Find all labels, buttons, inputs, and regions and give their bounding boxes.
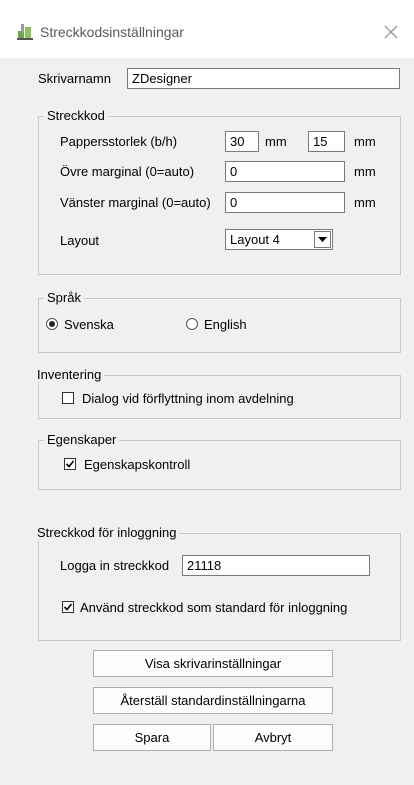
top-margin-input[interactable] — [225, 161, 345, 182]
close-icon — [384, 25, 398, 39]
paper-height-input[interactable] — [308, 131, 345, 152]
property-check-checkbox[interactable] — [64, 458, 76, 470]
printer-name-label: Skrivarnamn — [38, 71, 111, 86]
radio-selected-dot — [49, 321, 55, 327]
checkmark-icon — [63, 603, 73, 611]
language-radio-svenska[interactable] — [46, 318, 58, 330]
checkmark-icon — [65, 460, 75, 468]
layout-select-value: Layout 4 — [230, 232, 280, 247]
login-barcode-label: Logga in streckkod — [60, 558, 170, 573]
left-margin-unit: mm — [354, 195, 376, 210]
title-bar: Streckkodsinställningar — [0, 0, 414, 58]
language-radio-english[interactable] — [186, 318, 198, 330]
login-barcode-input[interactable] — [182, 555, 370, 576]
language-group-legend: Språk — [44, 290, 84, 305]
property-check-checkbox-label: Egenskapskontroll — [84, 457, 191, 472]
save-button[interactable]: Spara — [93, 724, 211, 751]
close-button[interactable] — [368, 10, 414, 54]
language-radio-english-label: English — [204, 317, 247, 332]
paper-size-label: Pappersstorlek (b/h) — [60, 134, 178, 149]
printer-name-input[interactable] — [127, 68, 400, 89]
login-default-checkbox-label: Använd streckkod som standard för inlogg… — [80, 600, 348, 615]
top-margin-label: Övre marginal (0=auto) — [60, 164, 195, 179]
inventory-dialog-checkbox[interactable] — [62, 392, 74, 404]
app-icon — [17, 24, 33, 40]
paper-height-unit: mm — [354, 134, 376, 149]
reset-defaults-button[interactable]: Återställ standardinställningarna — [93, 687, 333, 714]
chevron-down-icon — [318, 236, 327, 242]
barcode-group-legend: Streckkod — [44, 108, 108, 123]
inventory-group-legend: Inventering — [34, 367, 105, 382]
login-group — [38, 533, 401, 641]
top-margin-unit: mm — [354, 164, 376, 179]
language-radio-svenska-label: Svenska — [64, 317, 114, 332]
cancel-button[interactable]: Avbryt — [213, 724, 333, 751]
inventory-dialog-checkbox-label: Dialog vid förflyttning inom avdelning — [82, 391, 294, 406]
properties-group-legend: Egenskaper — [44, 432, 120, 447]
show-printer-settings-button[interactable]: Visa skrivarinställningar — [93, 650, 333, 677]
left-margin-label: Vänster marginal (0=auto) — [60, 195, 211, 210]
window-title: Streckkodsinställningar — [40, 24, 184, 40]
paper-width-input[interactable] — [225, 131, 259, 152]
layout-dropdown-button[interactable] — [314, 231, 331, 248]
paper-width-unit: mm — [265, 134, 287, 149]
left-margin-input[interactable] — [225, 192, 345, 213]
login-default-checkbox[interactable] — [62, 601, 74, 613]
layout-label: Layout — [60, 233, 100, 248]
layout-select[interactable]: Layout 4 — [225, 229, 333, 250]
login-group-legend: Streckkod för inloggning — [34, 525, 180, 540]
